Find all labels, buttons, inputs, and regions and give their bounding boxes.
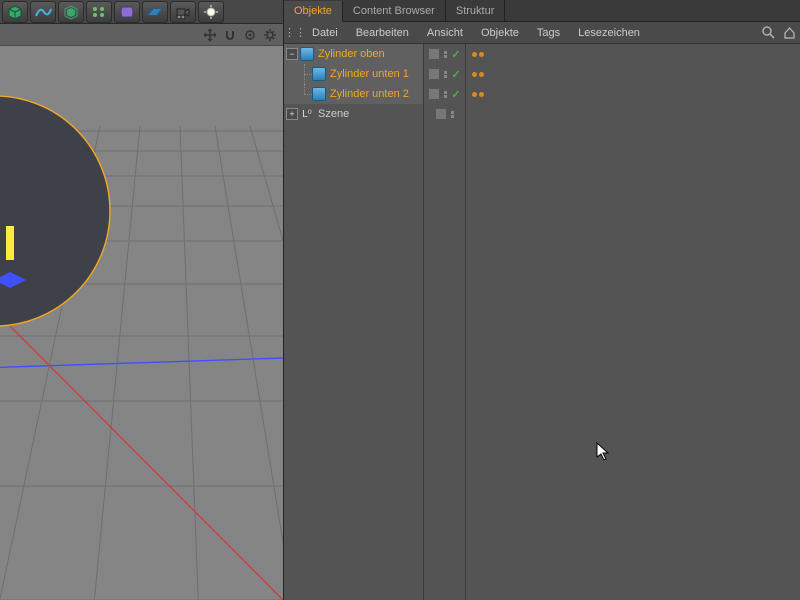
phong-tag-icon[interactable] [472, 72, 477, 77]
home-icon[interactable] [781, 25, 797, 41]
object-label: Szene [318, 108, 349, 120]
layer-cell[interactable]: ✓ [424, 64, 465, 84]
layer-swatch-icon [435, 108, 447, 120]
subdiv-tool[interactable] [58, 1, 84, 23]
enable-check-icon[interactable]: ✓ [451, 48, 460, 61]
menu-ansicht[interactable]: Ansicht [419, 22, 471, 44]
search-icon[interactable] [760, 25, 776, 41]
tree-row-szene[interactable]: + L⁰ Szene [284, 104, 423, 124]
panel-menu-bar: ⋮⋮ Datei Bearbeiten Ansicht Objekte Tags… [284, 22, 800, 44]
gizmo-y-handle [6, 226, 14, 260]
magnet-icon[interactable] [223, 28, 237, 42]
floor-tool[interactable] [142, 1, 168, 23]
tab-label: Content Browser [353, 5, 435, 17]
tag-row[interactable] [466, 64, 800, 84]
layer-cell[interactable] [424, 104, 465, 124]
tree-row-zylinder-unten-2[interactable]: Zylinder unten 2 [284, 84, 423, 104]
grip-icon[interactable]: ⋮⋮ [288, 26, 302, 39]
phong-tag-icon[interactable] [472, 92, 477, 97]
tab-struktur[interactable]: Struktur [446, 0, 506, 21]
reset-icon[interactable] [243, 28, 257, 42]
menu-objekte[interactable]: Objekte [473, 22, 527, 44]
light-tool[interactable] [198, 1, 224, 23]
enable-check-icon[interactable]: ✓ [451, 68, 460, 81]
cylinder-icon [312, 67, 326, 81]
3d-viewport[interactable] [0, 46, 283, 600]
tree-branch-icon [298, 84, 312, 104]
array-tool[interactable] [86, 1, 112, 23]
phong-tag-icon[interactable] [479, 52, 484, 57]
viewport-mini-toolbar [0, 24, 283, 46]
object-label: Zylinder unten 1 [330, 68, 409, 80]
visibility-dots-icon[interactable] [444, 71, 447, 78]
tree-layer-column: ✓ ✓ ✓ [424, 44, 466, 600]
phong-tag-icon[interactable] [479, 92, 484, 97]
enable-check-icon[interactable]: ✓ [451, 88, 460, 101]
main-toolbar [0, 0, 283, 24]
menu-bearbeiten[interactable]: Bearbeiten [348, 22, 417, 44]
expander-icon[interactable]: + [286, 108, 298, 120]
layer-swatch-icon [428, 68, 440, 80]
menu-datei[interactable]: Datei [304, 22, 346, 44]
visibility-dots-icon[interactable] [444, 91, 447, 98]
tag-row[interactable] [466, 84, 800, 104]
null-icon: L⁰ [300, 108, 314, 120]
move-gizmo-icon[interactable] [203, 28, 217, 42]
x-axis [0, 306, 283, 600]
tag-row [466, 104, 800, 124]
deformer-tool[interactable] [114, 1, 140, 23]
menu-tags[interactable]: Tags [529, 22, 568, 44]
expander-icon[interactable]: − [286, 48, 298, 60]
visibility-dots-icon[interactable] [451, 111, 454, 118]
layer-swatch-icon [428, 48, 440, 60]
viewport-column [0, 0, 283, 600]
object-manager-panel: Objekte Content Browser Struktur ⋮⋮ Date… [283, 0, 800, 600]
tree-branch-icon [298, 64, 312, 84]
tree-name-column: − Zylinder oben Zylinder unten 1 Zylinde… [284, 44, 424, 600]
layer-cell[interactable]: ✓ [424, 44, 465, 64]
app-root: Objekte Content Browser Struktur ⋮⋮ Date… [0, 0, 800, 600]
cylinder-icon [300, 47, 314, 61]
gear-icon[interactable] [263, 28, 277, 42]
tag-row[interactable] [466, 44, 800, 64]
layer-cell[interactable]: ✓ [424, 84, 465, 104]
cylinder-icon [312, 87, 326, 101]
tab-label: Struktur [456, 5, 495, 17]
camera-tool[interactable] [170, 1, 196, 23]
tab-objekte[interactable]: Objekte [284, 1, 343, 22]
cube-tool[interactable] [2, 1, 28, 23]
object-tree[interactable]: − Zylinder oben Zylinder unten 1 Zylinde… [284, 44, 800, 600]
tree-tags-column [466, 44, 800, 600]
tab-content-browser[interactable]: Content Browser [343, 0, 446, 21]
layer-swatch-icon [428, 88, 440, 100]
spline-tool[interactable] [30, 1, 56, 23]
tab-label: Objekte [294, 5, 332, 17]
tree-row-zylinder-unten-1[interactable]: Zylinder unten 1 [284, 64, 423, 84]
tree-row-zylinder-oben[interactable]: − Zylinder oben [284, 44, 423, 64]
panel-tab-bar: Objekte Content Browser Struktur [284, 0, 800, 22]
visibility-dots-icon[interactable] [444, 51, 447, 58]
z-axis [0, 358, 283, 369]
phong-tag-icon[interactable] [479, 72, 484, 77]
object-label: Zylinder oben [318, 48, 385, 60]
phong-tag-icon[interactable] [472, 52, 477, 57]
menu-lesezeichen[interactable]: Lesezeichen [570, 22, 648, 44]
object-label: Zylinder unten 2 [330, 88, 409, 100]
